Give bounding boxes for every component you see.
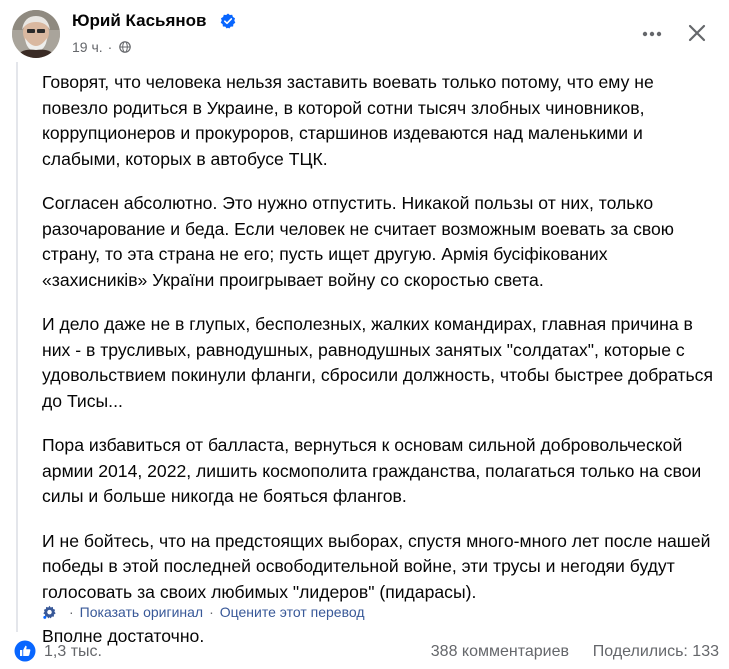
- post-body: Говорят, что человека нельзя заставить в…: [42, 70, 717, 669]
- translation-dot: ·: [69, 604, 74, 620]
- author-name[interactable]: Юрий Касьянов: [72, 10, 207, 32]
- post-paragraph: Пора избавиться от балласта, вернуться к…: [42, 435, 702, 506]
- author-avatar[interactable]: [12, 10, 60, 58]
- avatar-image: [12, 10, 60, 58]
- verified-badge-icon: [220, 13, 236, 29]
- rate-translation-link[interactable]: Оцените этот перевод: [220, 604, 365, 620]
- shares-count[interactable]: Поделились: 133: [593, 642, 719, 662]
- like-icon[interactable]: [14, 640, 36, 662]
- post-paragraph: И не бойтесь, что на предстоящих выборах…: [42, 530, 711, 602]
- post-paragraph: Говорят, что человека нельзя заставить в…: [42, 72, 654, 169]
- translation-separator: ·: [209, 604, 214, 620]
- comments-count[interactable]: 388 комментариев: [431, 642, 569, 662]
- post-paragraph: Согласен абсолютно. Это нужно отпустить.…: [42, 193, 674, 290]
- meta-separator: ·: [107, 39, 113, 55]
- translation-bar: · Показать оригинал · Оцените этот перев…: [42, 601, 365, 623]
- close-icon: [688, 24, 706, 42]
- reactions-footer: 1,3 тыс. 388 комментариев Поделились: 13…: [0, 636, 729, 666]
- show-original-link[interactable]: Показать оригинал: [80, 604, 203, 620]
- like-count[interactable]: 1,3 тыс.: [44, 642, 102, 662]
- close-button[interactable]: [681, 17, 713, 49]
- gear-icon: [43, 605, 56, 619]
- more-options-icon: [642, 31, 662, 37]
- post-timestamp[interactable]: 19 ч.: [72, 37, 103, 57]
- more-options-button[interactable]: [636, 18, 668, 50]
- globe-icon: [119, 41, 132, 53]
- post-paragraph: И дело даже не в глупых, бесполезных, жа…: [42, 314, 714, 411]
- post-meta: 19 ч. ·: [72, 37, 132, 57]
- facebook-post: Юрий Касьянов 19 ч. · Говорят, что челов…: [0, 0, 729, 666]
- post-left-border: [16, 62, 18, 632]
